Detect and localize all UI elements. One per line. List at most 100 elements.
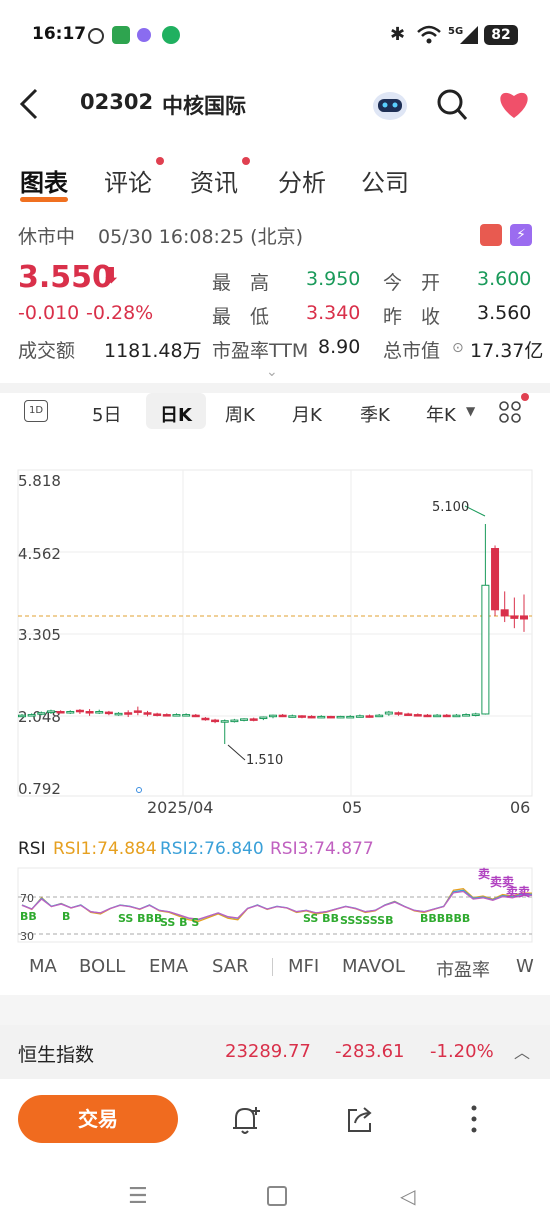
candle-body <box>133 710 142 713</box>
candle-body <box>365 715 374 718</box>
comments-dot <box>156 157 164 165</box>
candle-body <box>220 720 229 723</box>
robot-assistant-icon[interactable] <box>370 84 410 124</box>
indicator-mfi[interactable]: MFI <box>288 956 319 977</box>
period-year[interactable]: 年K <box>426 401 456 427</box>
indicator-mavol[interactable]: MAVOL <box>342 956 405 977</box>
index-pct: -1.20% <box>430 1041 494 1062</box>
indicator-boll[interactable]: BOLL <box>79 956 125 977</box>
stock-code: 02302 <box>80 90 154 114</box>
candle-body <box>75 709 84 713</box>
home-icon[interactable] <box>267 1186 287 1206</box>
candle-body <box>27 714 36 717</box>
info-icon[interactable]: ⊙ <box>452 340 464 356</box>
candle-body <box>153 713 162 716</box>
x-tick-label: 05 <box>342 798 362 817</box>
low-annotation-line <box>227 744 246 761</box>
candlestick-chart[interactable]: 5.818 4.562 3.305 2.048 0.792 2025/04 05… <box>0 468 550 818</box>
price-alert-bell-icon[interactable] <box>230 1104 262 1136</box>
search-icon[interactable] <box>436 88 468 122</box>
tab-chart[interactable]: 图表 <box>20 163 68 198</box>
grid-menu-icon[interactable] <box>499 401 521 423</box>
period-quarter[interactable]: 季K <box>360 401 390 427</box>
indicator-pe[interactable]: 市盈率 <box>436 956 490 982</box>
candle-body <box>201 717 210 721</box>
chevron-up-icon[interactable]: ︿ <box>514 1039 530 1063</box>
current-price: 3.550 <box>18 260 113 295</box>
buy-signal: SS BB <box>303 912 339 925</box>
indicator-sar[interactable]: SAR <box>212 956 249 977</box>
candle-body <box>66 711 75 714</box>
stock-name: 中核国际 <box>162 94 246 118</box>
candle-body <box>413 714 422 717</box>
pe-value: 8.90 <box>318 336 361 358</box>
candle-body <box>162 714 171 717</box>
calendar-1d-icon[interactable]: 1D <box>24 400 48 422</box>
favorite-heart-icon[interactable] <box>496 86 532 120</box>
tab-analysis[interactable]: 分析 <box>278 163 326 198</box>
signal-icon <box>460 26 478 44</box>
share-icon[interactable] <box>345 1105 375 1135</box>
candle-body <box>259 716 268 720</box>
sell-signal: 卖 <box>478 866 490 881</box>
low-value: 3.340 <box>306 302 361 324</box>
high-value: 3.950 <box>306 268 361 290</box>
more-options-icon[interactable] <box>466 1104 482 1134</box>
down-arrow-icon: ⬇ <box>102 264 121 289</box>
rsi-level-label: 30 <box>20 930 34 943</box>
expand-chevron-icon[interactable]: ⌄ <box>266 364 278 380</box>
turnover-value: 1181.48万 <box>104 340 202 362</box>
candle-body <box>326 715 335 719</box>
buy-signal: SS BBB <box>118 912 162 925</box>
recent-apps-icon[interactable]: ☰ <box>128 1184 148 1209</box>
period-week[interactable]: 周K <box>225 401 255 427</box>
period-month[interactable]: 月K <box>292 401 322 427</box>
candle-body <box>384 711 393 715</box>
turnover-label: 成交额 <box>18 340 76 362</box>
candle-body <box>56 711 65 714</box>
indicator-w[interactable]: W <box>516 956 534 977</box>
rsi-chart[interactable]: 70 30 BB B SS BBB SS B S SS BB SSSSSSB B… <box>0 866 550 946</box>
y-tick-label: 5.818 <box>18 472 61 490</box>
dropdown-icon[interactable]: ▼ <box>466 404 475 418</box>
rsi-level-label: 70 <box>20 892 34 905</box>
hk-flag-icon <box>480 224 502 246</box>
trade-button[interactable]: 交易 <box>18 1095 178 1143</box>
candle-body <box>423 714 432 718</box>
open-label: 今 开 <box>383 272 441 294</box>
y-tick-label: 0.792 <box>18 780 61 798</box>
rsi3-value: RSI3:74.877 <box>270 839 374 859</box>
event-marker <box>136 787 142 793</box>
indicator-ma[interactable]: MA <box>29 956 57 977</box>
tab-company[interactable]: 公司 <box>361 163 409 198</box>
period-5d[interactable]: 5日 <box>92 401 121 427</box>
tab-comments[interactable]: 评论 <box>104 163 152 198</box>
x-tick-label: 06 <box>510 798 530 817</box>
level2-icon[interactable]: ⚡ <box>510 224 532 246</box>
rsi-label: RSI <box>18 839 46 859</box>
section-divider <box>0 383 550 393</box>
sync-icon <box>88 28 104 44</box>
low-label: 最 低 <box>212 306 270 328</box>
rsi1-value: RSI1:74.884 <box>53 839 157 859</box>
market-status: 休市中 <box>18 226 76 248</box>
candle-body <box>481 584 490 715</box>
buy-signal: BBBBBB <box>420 912 470 925</box>
app-icon <box>112 26 130 44</box>
indicator-ema[interactable]: EMA <box>149 956 188 977</box>
candle-body <box>346 715 355 719</box>
candle-body <box>211 719 220 723</box>
index-value: 23289.77 <box>225 1041 311 1062</box>
index-change: -283.61 <box>335 1041 405 1062</box>
back-icon[interactable] <box>18 88 40 120</box>
tab-news[interactable]: 资讯 <box>190 163 238 198</box>
indicator-divider <box>272 958 273 976</box>
candle-body <box>491 548 500 611</box>
buy-signal: SSSSSSB <box>340 914 393 927</box>
back-nav-icon[interactable]: ◁ <box>400 1184 415 1208</box>
candle-body <box>317 715 326 719</box>
period-day[interactable]: 日K <box>160 401 192 427</box>
buy-signal: BB <box>20 910 37 923</box>
index-bar[interactable]: 恒生指数 23289.77 -283.61 -1.20% ︿ <box>0 1025 550 1079</box>
index-name: 恒生指数 <box>18 1044 95 1066</box>
